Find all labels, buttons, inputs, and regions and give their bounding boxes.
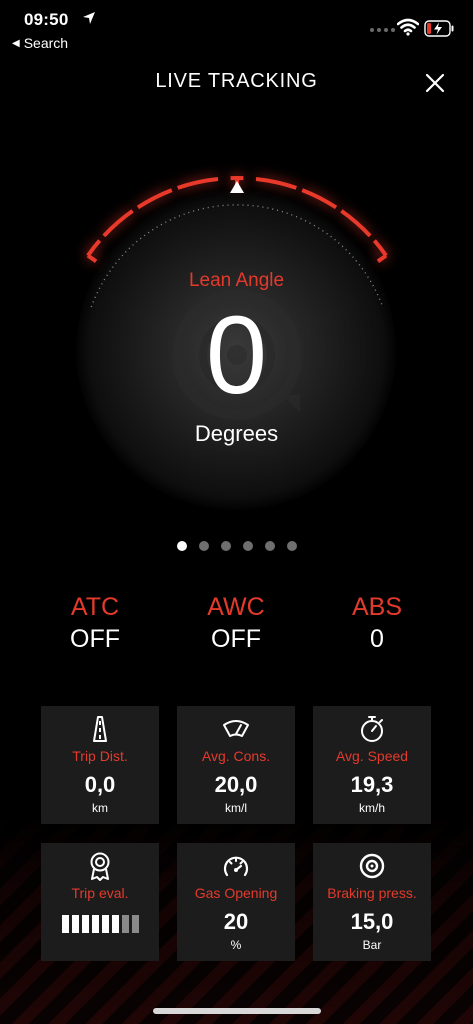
lean-scale-end-tick xyxy=(86,253,98,263)
rating-bar xyxy=(62,915,69,933)
cellular-signal-icon xyxy=(370,28,395,32)
tile-unit: Bar xyxy=(362,938,382,952)
rating-bar xyxy=(72,915,79,933)
status-atc-value: OFF xyxy=(70,625,120,653)
wifi-icon xyxy=(397,18,419,36)
tile-value: 0,0 xyxy=(84,772,116,797)
back-triangle-icon: ◀ xyxy=(12,37,20,49)
lean-scale-segment xyxy=(136,188,173,210)
page-indicator[interactable] xyxy=(0,541,473,551)
lean-scale-segment xyxy=(372,239,388,257)
rating-bar xyxy=(82,915,89,933)
tile-label: Trip eval. xyxy=(71,885,129,901)
status-abs-value: 0 xyxy=(370,625,384,653)
tile-value: 15,0 xyxy=(350,909,394,934)
lean-scale-segment xyxy=(177,177,219,190)
tile-label: Avg. Speed xyxy=(335,748,409,764)
close-icon[interactable] xyxy=(422,70,448,96)
tile-avg-consumption[interactable]: Avg. Cons. 20,0 km/l xyxy=(177,706,295,824)
back-to-search-link[interactable]: ◀ Search xyxy=(12,35,68,51)
brake-disc-icon xyxy=(359,853,385,879)
fuel-gauge-icon xyxy=(223,720,249,737)
lean-scale-end-tick xyxy=(376,253,388,263)
tile-unit: km xyxy=(92,801,108,815)
home-indicator[interactable] xyxy=(153,1008,321,1014)
tile-value: 20 xyxy=(223,909,249,934)
status-atc: ATC OFF xyxy=(30,592,160,656)
tile-value: 19,3 xyxy=(350,772,394,797)
status-time: 09:50 xyxy=(24,10,69,29)
rating-bar xyxy=(112,915,119,933)
tile-unit: km/l xyxy=(225,801,247,815)
lean-scale-segment xyxy=(301,188,338,210)
lean-angle-label: Lean Angle xyxy=(188,270,285,291)
page-dot[interactable] xyxy=(220,541,231,551)
back-label: Search xyxy=(23,35,69,51)
lean-pointer-icon xyxy=(230,181,244,193)
tile-avg-speed[interactable]: Avg. Speed 19,3 km/h xyxy=(313,706,431,824)
status-awc: AWC OFF xyxy=(171,592,301,656)
tile-unit: % xyxy=(230,938,242,952)
road-icon xyxy=(93,716,107,742)
tile-unit: km/h xyxy=(358,801,385,815)
lean-scale-segment xyxy=(102,209,134,238)
rating-bar xyxy=(122,915,129,933)
tile-label: Trip Dist. xyxy=(72,748,128,764)
status-abs: ABS 0 xyxy=(312,592,442,656)
rating-bar xyxy=(92,915,99,933)
tile-value: 20,0 xyxy=(214,772,258,797)
status-awc-value: OFF xyxy=(211,625,261,653)
tile-label: Gas Opening xyxy=(194,885,278,901)
stopwatch-icon xyxy=(361,716,383,742)
tile-trip-distance[interactable]: Trip Dist. 0,0 km xyxy=(41,706,159,824)
rating-bar xyxy=(132,915,139,933)
page-dot[interactable] xyxy=(242,541,253,551)
award-icon xyxy=(90,852,110,881)
lean-scale-segment xyxy=(86,239,102,257)
tile-braking-pressure[interactable]: Braking press. 15,0 Bar xyxy=(313,843,431,961)
status-abs-label: ABS xyxy=(351,593,403,621)
page-dot[interactable] xyxy=(286,541,297,551)
lean-scale-segment xyxy=(340,209,372,238)
tile-gas-opening[interactable]: Gas Opening 20 % xyxy=(177,843,295,961)
trip-eval-rating xyxy=(62,915,139,933)
rating-bar xyxy=(102,915,109,933)
page-dot[interactable] xyxy=(176,541,187,551)
location-arrow-icon xyxy=(83,12,95,24)
status-atc-label: ATC xyxy=(70,593,120,621)
page-title: LIVE TRACKING xyxy=(155,70,318,92)
tile-label: Braking press. xyxy=(327,885,417,901)
lean-angle-unit: Degrees xyxy=(194,421,279,446)
battery-charging-icon xyxy=(424,20,454,37)
lean-angle-value: 0 xyxy=(205,294,268,417)
status-awc-label: AWC xyxy=(207,593,265,621)
page-dot[interactable] xyxy=(198,541,209,551)
lean-scale-segment xyxy=(255,177,297,190)
throttle-icon xyxy=(223,856,249,877)
page-dot[interactable] xyxy=(264,541,275,551)
tile-trip-evaluation[interactable]: Trip eval. xyxy=(41,843,159,961)
tile-label: Avg. Cons. xyxy=(201,748,271,764)
